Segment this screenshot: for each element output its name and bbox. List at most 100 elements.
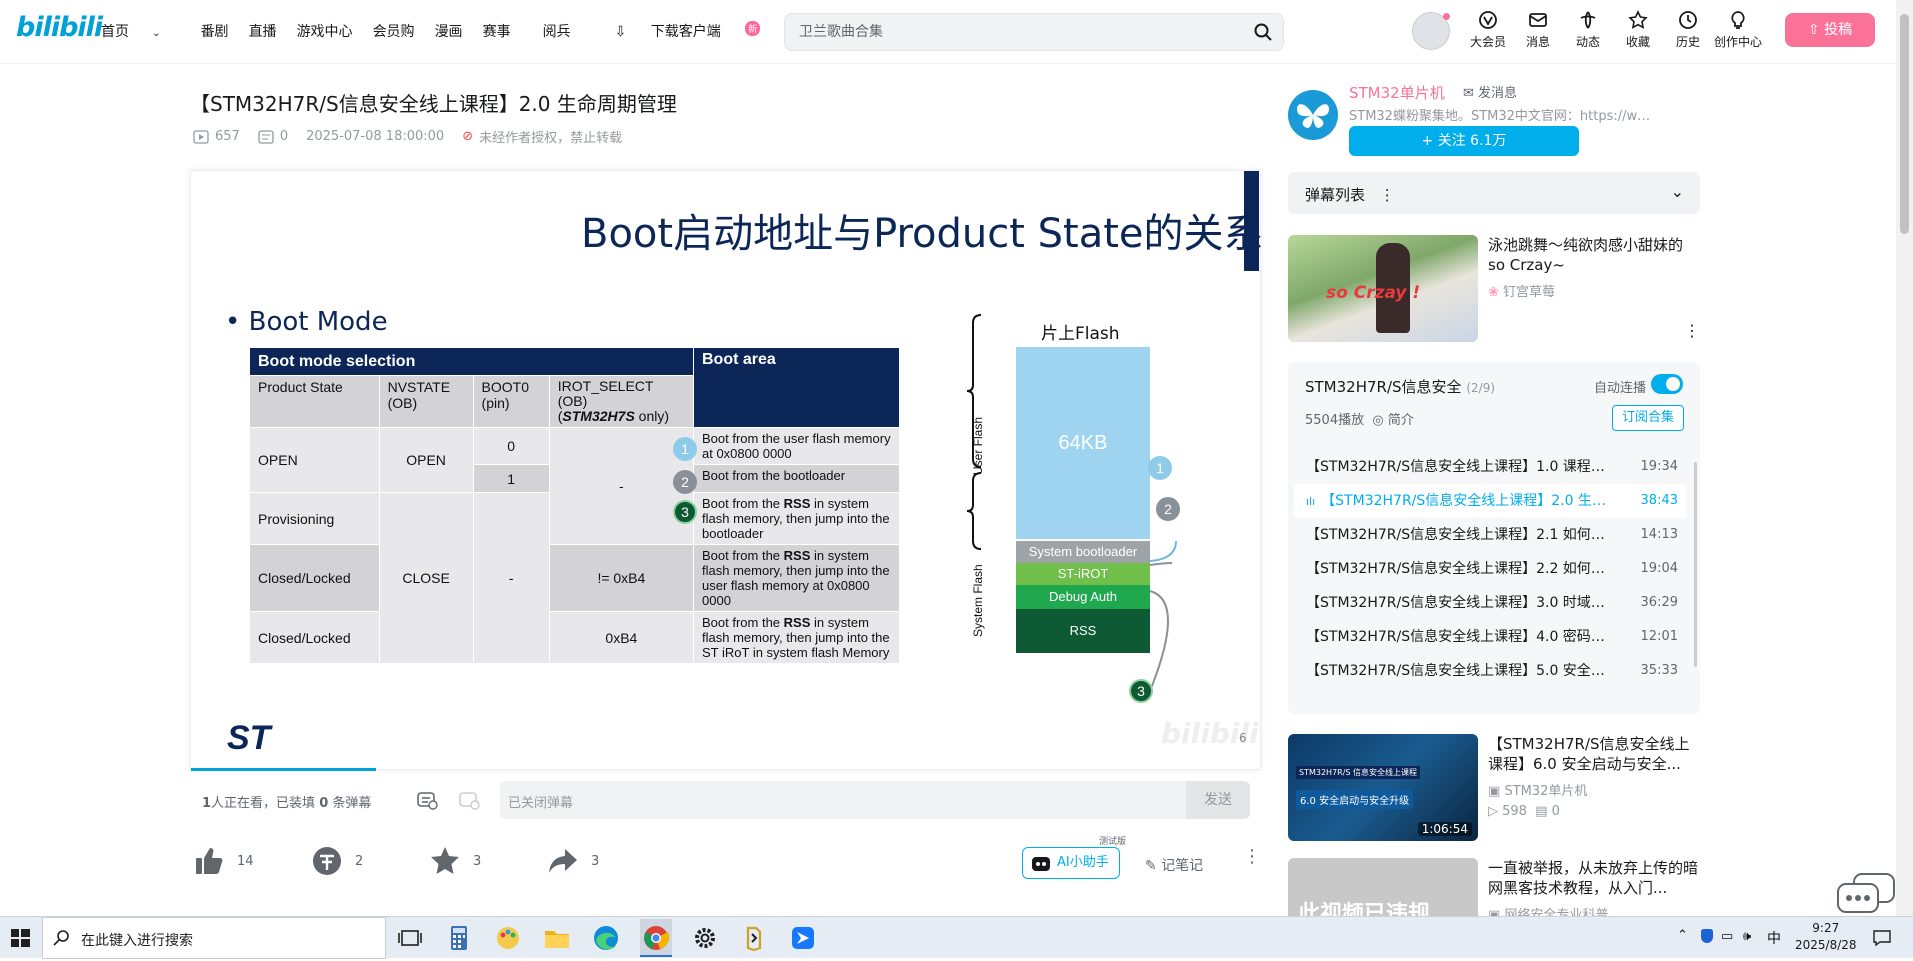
system-flash-label: System Flash bbox=[971, 564, 985, 637]
video-player[interactable]: Boot启动地址与Product State的关系 • Boot Mode Bo… bbox=[190, 170, 1264, 771]
nav-anime[interactable]: 番剧 bbox=[201, 21, 229, 41]
playlist-episode[interactable]: 【STM32H7R/S信息安全线上课程】5.0 安全存储 35:33 bbox=[1294, 654, 1686, 688]
vip-button[interactable]: 大会员 bbox=[1463, 10, 1513, 50]
app-launcher-icon[interactable] bbox=[738, 922, 770, 954]
playlist-episode[interactable]: 【STM32H7R/S信息安全线上课程】2.2 如何使用... 19:04 bbox=[1294, 552, 1686, 586]
recommend-title[interactable]: 【STM32H7R/S信息安全线上课程】6.0 安全启动与安全... bbox=[1488, 734, 1698, 774]
bilibili-logo[interactable]: bilibili bbox=[16, 12, 103, 43]
ime-indicator[interactable]: 中 bbox=[1767, 928, 1781, 948]
coin-button[interactable]: 2 bbox=[311, 845, 429, 877]
recommend-item[interactable]: STM32H7R/S 信息安全线上课程 6.0 安全启动与安全升级 1:06:5… bbox=[1288, 734, 1700, 842]
edge-browser-icon[interactable] bbox=[590, 922, 622, 954]
send-button[interactable]: 发送 bbox=[1186, 781, 1250, 819]
nav-mall[interactable]: 会员购 bbox=[373, 21, 415, 41]
row-irot-dash: - bbox=[548, 427, 695, 545]
view-count: 657 bbox=[215, 129, 240, 144]
recommend-title[interactable]: 一直被举报，从未放弃上传的暗网黑客技术教程，从入门... bbox=[1488, 858, 1698, 898]
slide-page-number: 6 bbox=[1239, 731, 1247, 745]
send-message-button[interactable]: ✉ 发消息 bbox=[1463, 82, 1517, 101]
follow-button[interactable]: + 关注 6.1万 bbox=[1349, 126, 1579, 156]
history-button[interactable]: 历史 bbox=[1663, 10, 1713, 50]
nav-download-client[interactable]: ⇩ 下载客户端 新 bbox=[615, 21, 781, 41]
danmaku-input[interactable]: 已关闭弹幕 发送 bbox=[500, 781, 1250, 819]
top-icon-group: 大会员 消息 动态 收藏 历史 创作中心 bbox=[1463, 10, 1763, 50]
recommend-author[interactable]: ▣ 网络安全专业科普 bbox=[1488, 904, 1608, 916]
favorites-button[interactable]: 收藏 bbox=[1613, 10, 1663, 50]
search-icon[interactable] bbox=[1253, 22, 1273, 42]
uploader-avatar[interactable] bbox=[1288, 90, 1338, 140]
danmaku-toggle-icon[interactable] bbox=[416, 790, 438, 810]
recommend-stats: ▷ 598 ▤ 0 bbox=[1488, 804, 1560, 819]
taskbar-clock[interactable]: 9:27 2025/8/28 bbox=[1795, 920, 1857, 954]
windows-start-icon[interactable] bbox=[0, 917, 42, 959]
search-box bbox=[784, 13, 1284, 51]
recommend-title[interactable]: 泳池跳舞～纯欲肉感小甜妹的so Crzay~ bbox=[1488, 235, 1698, 275]
recommend-item[interactable]: 此视频已违规 一直被举报，从未放弃上传的暗网黑客技术教程，从入门... ▣ 网络… bbox=[1288, 858, 1700, 916]
search-input[interactable] bbox=[799, 22, 1239, 42]
security-shield-icon[interactable] bbox=[1701, 929, 1713, 943]
row-open-nvstate: OPEN bbox=[378, 427, 474, 493]
playlist-episode[interactable]: 【STM32H7R/S信息安全线上课程】2.1 如何使用... 14:13 bbox=[1294, 518, 1686, 552]
playlist-scrollbar[interactable] bbox=[1694, 462, 1697, 667]
file-explorer-icon[interactable] bbox=[541, 922, 573, 954]
nav-live[interactable]: 直播 bbox=[249, 21, 277, 41]
chat-bubble-icon[interactable] bbox=[1836, 872, 1896, 916]
playlist-episode[interactable]: 【STM32H7R/S信息安全线上课程】3.0 时域隔离... 36:29 bbox=[1294, 586, 1686, 620]
tray-chevron-up-icon[interactable]: ⌃ bbox=[1677, 928, 1693, 943]
notes-label: 记笔记 bbox=[1161, 858, 1204, 874]
message-button[interactable]: 消息 bbox=[1513, 10, 1563, 50]
playlist-episode[interactable]: 【STM32H7R/S信息安全线上课程】4.0 密码学... 12:01 bbox=[1294, 620, 1686, 654]
col-irot-b: STM32H7S bbox=[562, 408, 635, 424]
dynamic-button[interactable]: 动态 bbox=[1563, 10, 1613, 50]
nav-home[interactable]: 首页 ⌄ bbox=[101, 21, 181, 41]
chevron-down-icon[interactable]: ⌄ bbox=[1671, 182, 1684, 201]
nav-game-center[interactable]: 游戏中心 bbox=[297, 21, 353, 41]
task-view-icon[interactable] bbox=[394, 923, 426, 955]
more-vertical-icon[interactable]: ⋮ bbox=[1684, 321, 1700, 340]
settings-gear-icon[interactable] bbox=[689, 922, 721, 954]
nav-parade[interactable]: 阅兵 bbox=[543, 21, 571, 41]
recommend-thumbnail[interactable]: STM32H7R/S 信息安全线上课程 6.0 安全启动与安全升级 1:06:5… bbox=[1288, 734, 1478, 841]
notes-button[interactable]: ✎ 记笔记 bbox=[1145, 855, 1203, 875]
nav-manga[interactable]: 漫画 bbox=[435, 21, 463, 41]
like-button[interactable]: 14 bbox=[193, 845, 311, 877]
danmaku-settings-icon[interactable] bbox=[458, 790, 480, 810]
paint-icon[interactable] bbox=[492, 922, 524, 954]
episode-duration: 19:34 bbox=[1640, 459, 1678, 474]
feishu-icon[interactable] bbox=[787, 922, 819, 954]
calculator-icon[interactable] bbox=[443, 922, 475, 954]
more-vertical-icon[interactable]: ⋮ bbox=[1243, 848, 1261, 866]
recommend-author[interactable]: ❀ 钉宫草莓 bbox=[1488, 281, 1555, 300]
creator-center-button[interactable]: 创作中心 bbox=[1713, 10, 1763, 50]
page-scrollbar[interactable] bbox=[1896, 0, 1913, 916]
recommend-thumbnail[interactable]: 此视频已违规 bbox=[1288, 858, 1478, 916]
playlist-intro[interactable]: 简介 bbox=[1388, 413, 1414, 428]
chrome-browser-icon[interactable] bbox=[640, 919, 672, 957]
volume-icon[interactable]: 🕪 bbox=[1743, 929, 1751, 944]
page-scroll-thumb[interactable] bbox=[1900, 14, 1909, 234]
network-icon[interactable]: ▭ bbox=[1721, 929, 1733, 944]
playlist-episode-current[interactable]: ılı 【STM32H7R/S信息安全线上课程】2.0 生命周期管理 38:43 bbox=[1294, 484, 1686, 518]
episode-title: 【STM32H7R/S信息安全线上课程】4.0 密码学... bbox=[1306, 629, 1618, 645]
video-progress-bar[interactable] bbox=[191, 768, 376, 771]
nav-esports[interactable]: 赛事 bbox=[483, 21, 511, 41]
subscribe-playlist-button[interactable]: 订阅合集 bbox=[1612, 405, 1684, 431]
new-badge: 新 bbox=[745, 21, 761, 36]
ai-assistant-button[interactable]: AI小助手 bbox=[1022, 847, 1120, 879]
autoplay-toggle[interactable] bbox=[1651, 374, 1683, 394]
uploader-name[interactable]: STM32单片机 bbox=[1349, 82, 1445, 103]
post-button[interactable]: ⇧ 投稿 bbox=[1785, 13, 1875, 47]
recommend-thumbnail[interactable]: so Crzay ! bbox=[1288, 235, 1478, 342]
favorite-button[interactable]: 3 bbox=[429, 845, 547, 877]
vip-label: 大会员 bbox=[1469, 35, 1506, 49]
recommend-author[interactable]: ▣ STM32单片机 bbox=[1488, 780, 1587, 799]
recommend-item[interactable]: so Crzay ! 泳池跳舞～纯欲肉感小甜妹的so Crzay~ ❀ 钉宫草莓… bbox=[1288, 235, 1700, 343]
loaded-count: 0 bbox=[319, 796, 329, 811]
playlist-episode[interactable]: 【STM32H7R/S信息安全线上课程】1.0 课程介绍 19:34 bbox=[1294, 450, 1686, 484]
danmaku-list-panel[interactable]: 弹幕列表 ⋮ ⌄ bbox=[1288, 172, 1700, 214]
danmaku-list-title-text: 弹幕列表 bbox=[1305, 186, 1366, 204]
taskbar-search[interactable]: 在此键入进行搜索 bbox=[42, 917, 386, 959]
notification-center-icon[interactable] bbox=[1872, 928, 1892, 948]
download-icon: ⇩ bbox=[614, 24, 627, 40]
share-button[interactable]: 3 bbox=[547, 845, 665, 877]
